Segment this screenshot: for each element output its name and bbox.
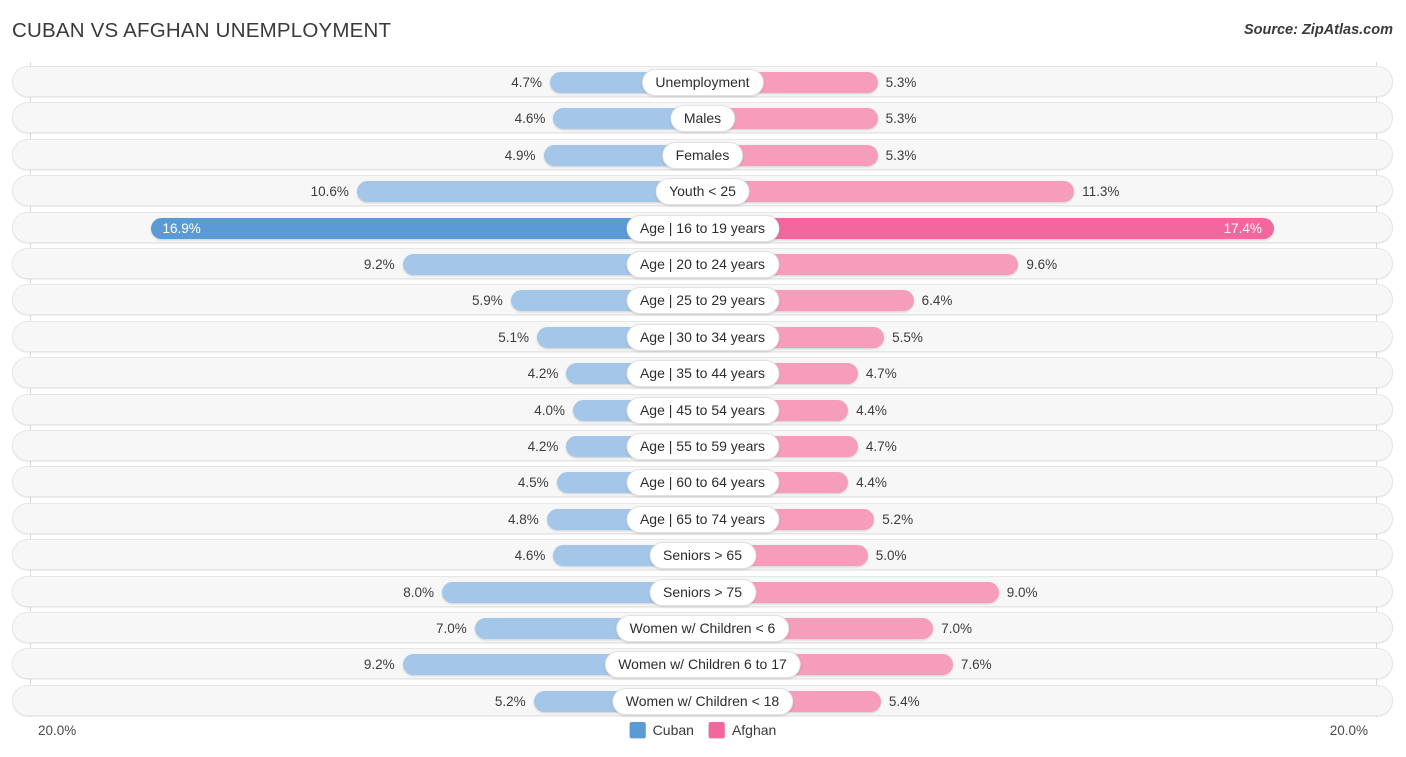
value-label-afghan: 9.6% (1026, 257, 1058, 272)
row-label-pill: Women w/ Children 6 to 17 (604, 651, 801, 679)
table-row[interactable]: 4.6% 5.0% Seniors > 65 (12, 539, 1393, 571)
value-label-cuban: 5.9% (471, 293, 503, 309)
table-row[interactable]: 5.2% 5.4% Women w/ Children < 18 (12, 684, 1393, 716)
row-label-pill: Age | 16 to 19 years (625, 214, 780, 242)
table-row[interactable]: 10.6% 11.3% Youth < 25 (12, 175, 1393, 207)
value-label-afghan: 5.2% (882, 511, 914, 527)
table-row[interactable]: 8.0% 9.0% Seniors > 75 (12, 575, 1393, 607)
row-label-pill: Seniors > 65 (649, 542, 756, 570)
table-row[interactable]: 4.8% 5.2% Age | 65 to 74 years (12, 502, 1393, 534)
table-row[interactable]: 4.6% 5.3% Males (12, 102, 1393, 134)
legend-label: Afghan (731, 722, 777, 738)
legend-label: Cuban (652, 722, 694, 738)
row-label-pill: Age | 45 to 54 years (625, 396, 780, 424)
row-label-pill: Age | 20 to 24 years (625, 251, 780, 278)
value-label-cuban: 4.6% (514, 111, 546, 127)
row-label-pill: Women w/ Children < 6 (615, 615, 790, 642)
value-label-cuban: 7.0% (435, 621, 467, 636)
value-label-afghan: 5.3% (885, 75, 917, 90)
row-label-pill: Youth < 25 (655, 178, 750, 206)
value-label-afghan: 7.0% (941, 621, 973, 636)
value-label-cuban: 9.2% (363, 657, 395, 673)
table-row[interactable]: 9.2% 9.6% Age | 20 to 24 years (12, 248, 1393, 279)
chart-page: CUBAN VS AFGHAN UNEMPLOYMENT Source: Zip… (0, 0, 1406, 757)
row-label-pill: Age | 55 to 59 years (625, 433, 780, 460)
value-label-cuban: 9.2% (363, 257, 395, 272)
chart-legend: Cuban Afghan (629, 722, 777, 738)
table-row[interactable]: 16.9% 17.4% Age | 16 to 19 years (12, 211, 1393, 243)
value-label-afghan: 5.0% (875, 548, 907, 564)
row-label-pill: Age | 30 to 34 years (625, 323, 780, 351)
value-label-afghan: 4.4% (856, 475, 887, 491)
value-label-afghan: 17.4% (1223, 220, 1262, 236)
table-row[interactable]: 4.5% 4.4% Age | 60 to 64 years (12, 466, 1393, 498)
table-row[interactable]: 9.2% 7.6% Women w/ Children 6 to 17 (12, 648, 1393, 680)
chart-footer: 20.0% 20.0% Cuban Afghan (0, 717, 1406, 757)
legend-item[interactable]: Cuban (629, 722, 694, 738)
chart-header: CUBAN VS AFGHAN UNEMPLOYMENT Source: Zip… (0, 0, 1406, 62)
bar-cuban (356, 181, 704, 203)
value-label-afghan: 11.3% (1082, 184, 1120, 200)
bar-afghan (704, 181, 1075, 203)
legend-item[interactable]: Afghan (708, 722, 777, 738)
row-label-pill: Unemployment (641, 69, 764, 96)
value-label-cuban: 4.9% (504, 147, 536, 163)
value-label-cuban: 4.8% (508, 511, 539, 527)
table-row[interactable]: 4.2% 4.7% Age | 35 to 44 years (12, 357, 1393, 389)
value-label-cuban: 4.2% (527, 439, 559, 454)
value-label-afghan: 9.0% (1006, 584, 1038, 600)
table-row[interactable]: 4.9% 5.3% Females (12, 138, 1393, 170)
table-row[interactable]: 5.9% 6.4% Age | 25 to 29 years (12, 284, 1393, 316)
value-label-cuban: 4.5% (517, 475, 549, 491)
bar-afghan (704, 217, 1274, 239)
value-label-afghan: 6.4% (921, 293, 953, 309)
table-row[interactable]: 4.2% 4.7% Age | 55 to 59 years (12, 430, 1393, 461)
table-row[interactable]: 4.0% 4.4% Age | 45 to 54 years (12, 393, 1393, 425)
chart-plot-area: 4.7% 5.3% Unemployment 4.6% 5.3% Males 4.9% 5.3… (0, 62, 1406, 717)
row-label-pill: Females (661, 141, 744, 169)
value-label-cuban: 8.0% (403, 584, 434, 600)
row-label-pill: Age | 35 to 44 years (625, 360, 780, 388)
table-row[interactable]: 7.0% 7.0% Women w/ Children < 6 (12, 612, 1393, 643)
page-title: CUBAN VS AFGHAN UNEMPLOYMENT (12, 19, 392, 42)
row-label-pill: Women w/ Children < 18 (611, 687, 794, 715)
value-label-afghan: 7.6% (960, 657, 992, 673)
table-row[interactable]: 5.1% 5.5% Age | 30 to 34 years (12, 320, 1393, 352)
value-label-cuban: 4.0% (534, 402, 565, 418)
value-label-afghan: 4.4% (856, 402, 887, 418)
row-label-pill: Age | 25 to 29 years (625, 287, 780, 315)
value-label-cuban: 10.6% (310, 184, 349, 200)
axis-tick-left: 20.0% (38, 723, 77, 738)
legend-swatch-afghan (708, 722, 725, 738)
value-label-afghan: 5.5% (892, 329, 923, 345)
value-label-afghan: 5.3% (885, 147, 917, 163)
value-label-cuban: 5.2% (494, 693, 526, 709)
row-label-pill: Seniors > 75 (649, 578, 756, 606)
value-label-afghan: 4.7% (865, 366, 897, 382)
axis-tick-right: 20.0% (1329, 723, 1368, 738)
value-label-cuban: 16.9% (162, 220, 201, 236)
value-label-afghan: 5.4% (888, 693, 920, 709)
value-label-cuban: 5.1% (498, 329, 529, 345)
row-label-pill: Age | 65 to 74 years (625, 505, 780, 533)
source-attribution: Source: ZipAtlas.com (1243, 22, 1393, 38)
value-label-cuban: 4.6% (514, 548, 546, 564)
value-label-afghan: 4.7% (865, 439, 897, 454)
value-label-cuban: 4.2% (527, 366, 559, 382)
legend-swatch-cuban (629, 722, 646, 738)
row-label-pill: Males (669, 105, 736, 133)
bar-cuban (150, 217, 704, 239)
value-label-afghan: 5.3% (885, 111, 917, 127)
row-label-pill: Age | 60 to 64 years (625, 469, 780, 497)
table-row[interactable]: 4.7% 5.3% Unemployment (12, 66, 1393, 97)
value-label-cuban: 4.7% (511, 75, 543, 90)
